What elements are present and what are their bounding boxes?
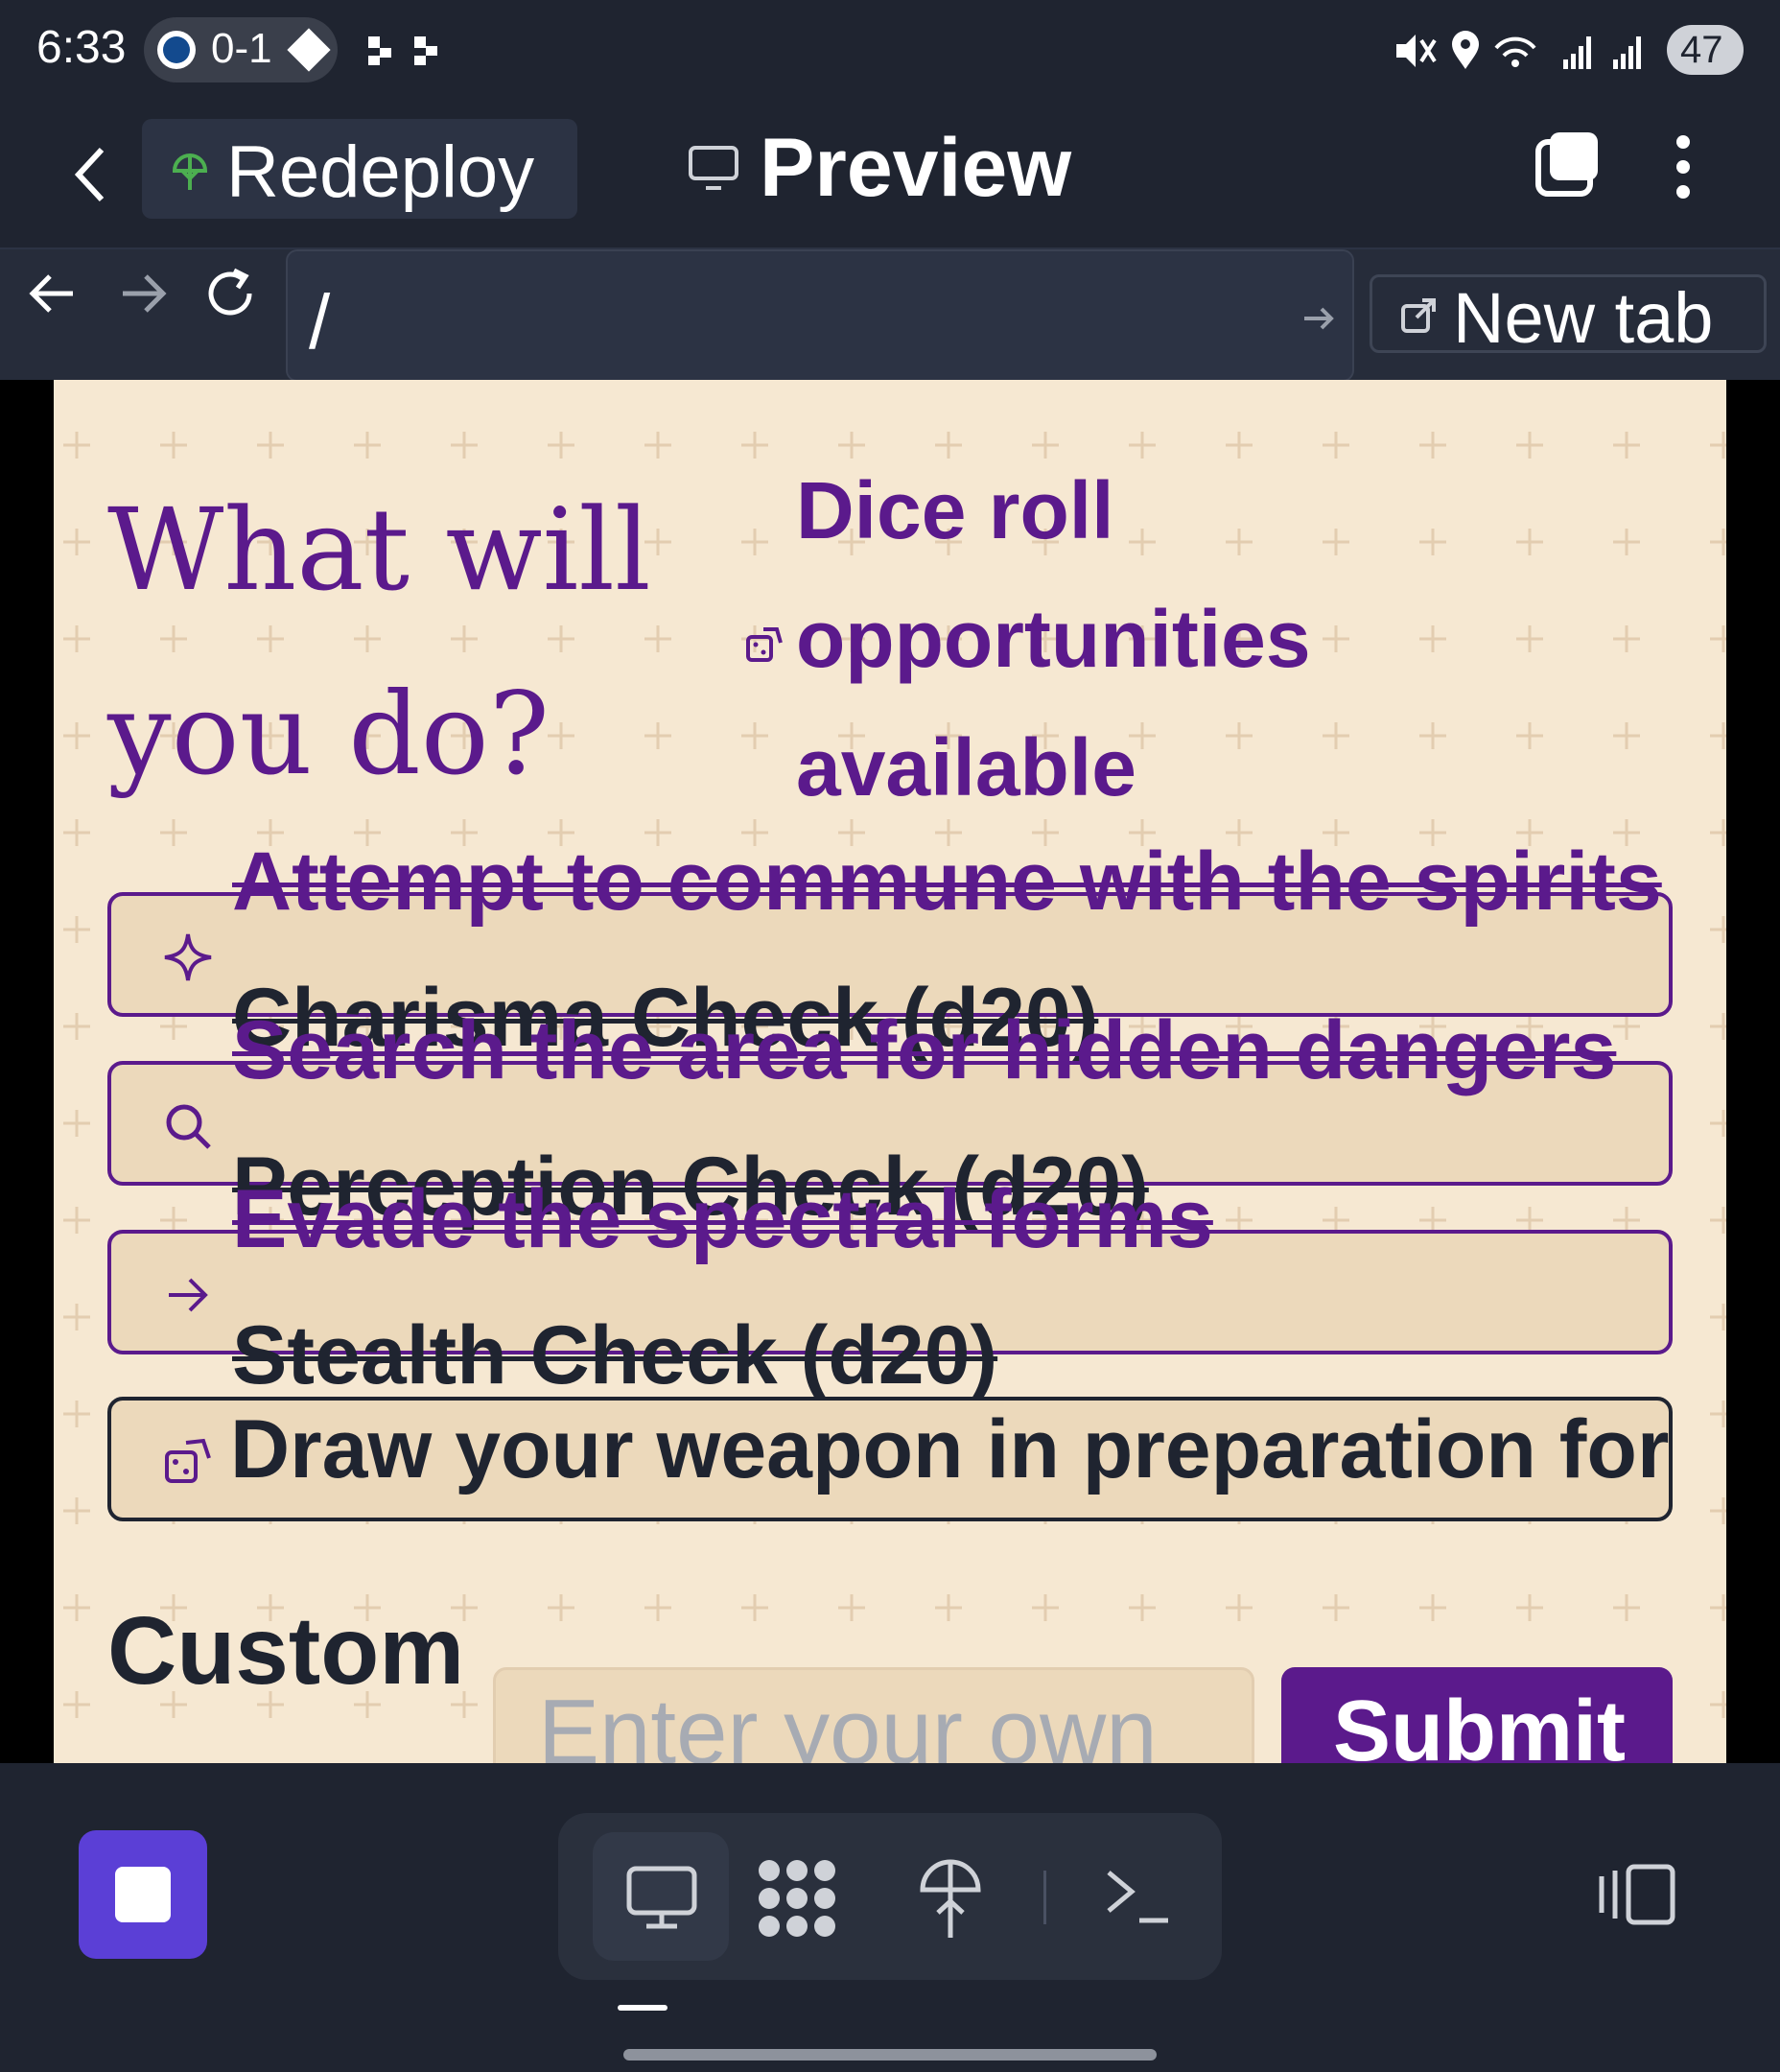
forward-arrow-icon[interactable]	[109, 261, 176, 328]
heading-line-1: What will	[107, 483, 651, 616]
reload-icon[interactable]	[199, 261, 267, 328]
dice-icon	[165, 1438, 211, 1483]
choice-title: Draw your weapon in preparation for	[230, 1403, 1670, 1495]
bottom-toolbar	[0, 1763, 1780, 2072]
redeploy-label: Redeploy	[226, 131, 535, 213]
custom-label: Custom	[107, 1597, 465, 1705]
view-switcher	[558, 1813, 1222, 1980]
stop-button[interactable]	[79, 1830, 207, 1959]
score-chip: 0-1	[144, 17, 338, 82]
panel-toggle-icon[interactable]	[1596, 1861, 1678, 1928]
choice-draw-weapon-button[interactable]: Draw your weapon in preparation for	[107, 1397, 1673, 1521]
url-text: /	[309, 279, 331, 365]
new-tab-label: New tab	[1453, 278, 1714, 358]
team-logo-icon	[157, 31, 196, 69]
back-icon[interactable]	[67, 142, 115, 209]
url-input[interactable]: /	[286, 249, 1354, 382]
choice-title: Evade the spectral forms	[232, 1173, 1213, 1265]
system-status-icons	[1396, 31, 1641, 69]
stop-icon	[115, 1867, 171, 1922]
score-text: 0-1	[211, 25, 272, 72]
notification-icons	[368, 36, 437, 65]
new-tab-button[interactable]: New tab	[1370, 274, 1767, 358]
search-icon	[166, 1104, 211, 1149]
home-gesture-bar[interactable]	[623, 2049, 1157, 2060]
monitor-icon	[626, 1866, 697, 1929]
custom-input-placeholder: Enter your own	[538, 1681, 1158, 1763]
active-indicator	[618, 2005, 668, 2011]
app-bar: Redeploy Preview	[0, 106, 1780, 247]
back-arrow-icon[interactable]	[21, 261, 88, 328]
external-link-icon	[1401, 298, 1436, 333]
battery-level: 47	[1680, 29, 1723, 71]
web-viewport: What will you do? Dice roll opportunitie…	[0, 380, 1780, 1763]
go-arrow-icon[interactable]	[1300, 301, 1339, 336]
dice-label-line-2: opportunities	[796, 594, 1311, 684]
dice-label-line-3: available	[796, 722, 1136, 812]
choice-check: Stealth Check (d20)	[232, 1309, 998, 1401]
tabs-icon[interactable]	[1533, 129, 1604, 200]
divider	[1043, 1871, 1046, 1924]
dice-icon	[746, 627, 783, 662]
submit-button[interactable]: Submit	[1281, 1667, 1673, 1763]
arrow-right-icon	[169, 1278, 208, 1312]
team-logo-icon	[287, 28, 331, 72]
dice-label-line-1: Dice roll	[796, 465, 1114, 555]
page-title: Preview	[760, 122, 1072, 214]
status-time: 6:33	[36, 22, 127, 73]
more-options-icon[interactable]	[1669, 130, 1698, 207]
deploy-icon	[172, 153, 208, 190]
terminal-icon[interactable]	[1103, 1863, 1174, 1930]
browser-toolbar: / New tab	[0, 247, 1780, 382]
redeploy-button[interactable]: Redeploy	[142, 119, 577, 219]
heading-line-2: you do?	[107, 668, 550, 800]
monitor-icon	[689, 146, 738, 190]
preview-tab[interactable]	[593, 1832, 729, 1961]
battery-indicator: 47	[1667, 25, 1744, 75]
sparkle-icon	[164, 933, 212, 981]
status-bar: 6:33 0-1 47	[0, 0, 1780, 106]
choice-title: Search the area for hidden dangers	[232, 1004, 1617, 1096]
game-page: What will you do? Dice roll opportunitie…	[54, 380, 1726, 1763]
apps-grid-icon[interactable]	[756, 1857, 838, 1940]
deploy-icon[interactable]	[919, 1855, 982, 1942]
choice-title: Attempt to commune with the spirits	[232, 836, 1662, 928]
custom-action-input[interactable]: Enter your own	[493, 1667, 1254, 1763]
submit-label: Submit	[1333, 1684, 1626, 1763]
